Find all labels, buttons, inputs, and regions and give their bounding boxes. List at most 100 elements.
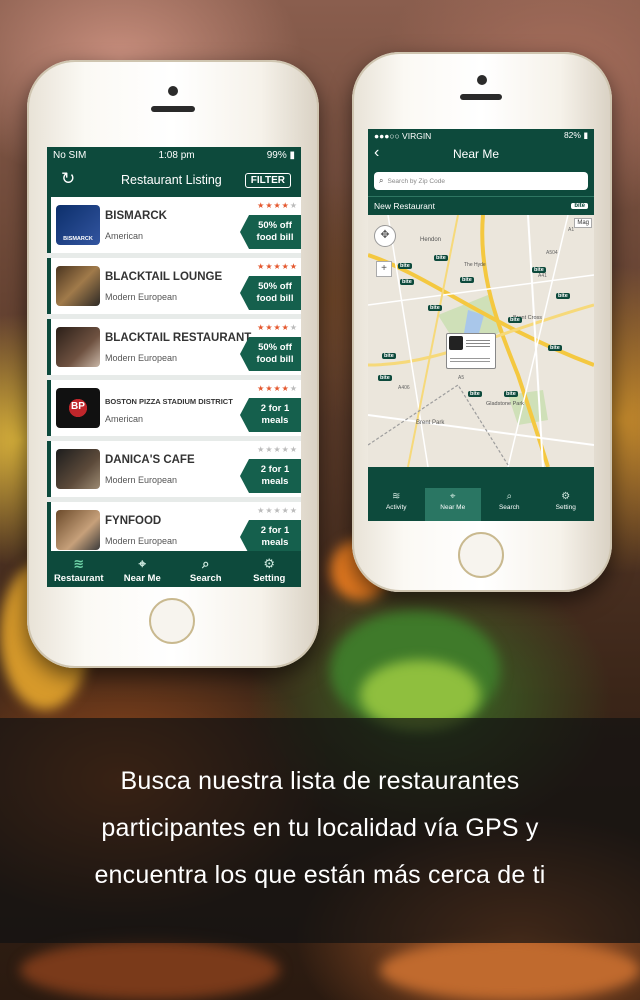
restaurant-pin[interactable]: bite [378, 375, 392, 381]
restaurant-pin[interactable]: bite [504, 391, 518, 397]
bite-logo: bite [571, 203, 588, 209]
restaurant-pin[interactable]: bite [400, 279, 414, 285]
restaurant-row[interactable]: BISMARCK BISMARCK American ★★★★★ 50% off food… [47, 197, 301, 253]
deal-line: 50% off [258, 342, 292, 353]
tab-bar: ≋ Activity ⌖ Near Me ⌕ Search ⚙ Setting [368, 488, 594, 521]
rating-stars: ★★★★★ [257, 262, 298, 271]
deal-line: 50% off [258, 220, 292, 231]
star-icon: ★ [273, 201, 282, 210]
map-type-button[interactable]: Mag [574, 218, 592, 228]
tab-label: Setting [253, 573, 286, 584]
filter-button[interactable]: FILTER [244, 173, 291, 188]
tab-near-me[interactable]: ⌖ Near Me [424, 488, 481, 521]
tab-bar: ≋ Restaurant ⌖ Near Me ⌕ Search ⚙ Settin… [47, 551, 301, 587]
clock-text: 1:08 pm [158, 149, 195, 161]
restaurant-thumbnail: BISMARCK [56, 205, 100, 245]
new-restaurant-bar[interactable]: New Restaurant bite [368, 196, 594, 215]
nav-bar: ‹ Near Me [368, 142, 594, 166]
restaurant-name: BLACKTAIL RESTAURANT [105, 332, 252, 344]
location-icon: ⌖ [138, 556, 146, 571]
star-icon: ★ [289, 506, 298, 515]
restaurant-cuisine: Modern European [105, 292, 178, 302]
restaurant-pin[interactable]: bite [468, 391, 482, 397]
restaurant-name: BLACKTAIL LOUNGE [105, 271, 223, 283]
tab-label: Search [189, 573, 222, 584]
page-title: Restaurant Listing [121, 173, 222, 187]
phone-restaurant-listing: No SIM 1:08 pm 99% ▮ ↻ Restaurant Listin… [27, 60, 319, 668]
deal-badge: 50% off food bill [240, 276, 301, 310]
star-icon: ★ [281, 506, 290, 515]
search-icon: ⌕ [379, 176, 384, 185]
restaurant-pin[interactable]: bite [398, 263, 412, 269]
zoom-control[interactable]: ✥ [374, 225, 396, 247]
map-label: Hendon [420, 237, 442, 243]
star-icon: ★ [289, 445, 298, 454]
new-restaurant-label: New Restaurant [374, 201, 435, 211]
caption-line: Busca nuestra lista de restaurantes [120, 767, 520, 795]
tab-setting[interactable]: ⚙ Setting [238, 551, 302, 587]
deal-line: 2 for 1 [260, 464, 290, 475]
restaurant-row[interactable]: BLACKTAIL LOUNGE Modern European ★★★★★ 50% … [47, 258, 301, 314]
restaurant-row[interactable]: DANICA'S CAFE Modern European ★★★★★ 2 for 1… [47, 441, 301, 497]
back-icon[interactable]: ‹ [374, 144, 379, 162]
caption-line: encuentra los que están más cerca de ti [94, 861, 546, 889]
front-camera [477, 75, 487, 85]
restaurant-name: DANICA'S CAFE [105, 454, 195, 466]
restaurant-row[interactable]: BLACKTAIL RESTAURANT Modern European ★★★★★… [47, 319, 301, 375]
restaurant-name: BISMARCK [105, 210, 167, 222]
restaurant-thumbnail [56, 510, 100, 550]
restaurant-pin[interactable]: bite [428, 305, 442, 311]
restaurant-thumbnail: BP [56, 388, 100, 428]
map-callout[interactable] [446, 333, 496, 369]
tab-setting[interactable]: ⚙ Setting [538, 488, 595, 521]
tab-search[interactable]: ⌕ Search [481, 488, 538, 521]
road-label: A1 [568, 227, 575, 233]
restaurant-pin[interactable]: bite [548, 345, 562, 351]
zip-search-input[interactable]: ⌕ Search by Zip Code [374, 172, 588, 190]
battery-text: 99% ▮ [266, 149, 295, 161]
deal-line: food bill [256, 354, 294, 365]
road-label: A5 [458, 375, 465, 381]
restaurant-cuisine: Modern European [105, 475, 178, 485]
road-label: A41 [538, 273, 547, 279]
restaurant-pin[interactable]: bite [556, 293, 570, 299]
restaurant-pin[interactable]: bite [508, 317, 522, 323]
callout-lines [450, 356, 490, 362]
caption-text: Busca nuestra lista de restaurantes part… [20, 758, 620, 899]
tab-search[interactable]: ⌕ Search [174, 551, 238, 587]
restaurant-pin[interactable]: bite [460, 277, 474, 283]
home-button[interactable] [149, 598, 195, 644]
home-button[interactable] [458, 532, 504, 578]
tab-activity[interactable]: ≋ Activity [368, 488, 425, 521]
tab-restaurant[interactable]: ≋ Restaurant [47, 551, 111, 587]
star-icon: ★ [281, 323, 290, 332]
restaurant-row[interactable]: FYNFOOD Modern European ★★★★★ 2 for 1 meals [47, 502, 301, 551]
tab-label: Near Me [123, 573, 161, 584]
restaurant-pin[interactable]: bite [434, 255, 448, 261]
gear-icon: ⚙ [263, 556, 276, 571]
map-label: Brent Park [416, 420, 445, 426]
tab-near-me[interactable]: ⌖ Near Me [111, 551, 175, 587]
restaurant-row[interactable]: BP BOSTON PIZZA STADIUM DISTRICT American ★… [47, 380, 301, 436]
carrier-text: No SIM [53, 149, 87, 161]
map-view[interactable]: Hendon The Hyde Brent Cross Gladstone Pa… [368, 215, 594, 467]
screen-near-me: ●●●○○ VIRGIN 82% ▮ ‹ Near Me ⌕ Search by… [368, 129, 594, 521]
phone-near-me: ●●●○○ VIRGIN 82% ▮ ‹ Near Me ⌕ Search by… [352, 52, 612, 592]
restaurant-pin[interactable]: bite [532, 267, 546, 273]
location-icon: ⌖ [449, 491, 456, 502]
restaurant-cuisine: Modern European [105, 536, 178, 546]
star-icon: ★ [281, 384, 290, 393]
star-icon: ★ [273, 323, 282, 332]
zoom-in-button[interactable]: + [376, 261, 392, 277]
page-title: Near Me [453, 147, 500, 161]
star-icon: ★ [281, 201, 290, 210]
star-icon: ★ [281, 445, 290, 454]
restaurant-name: BOSTON PIZZA STADIUM DISTRICT [105, 397, 233, 406]
earpiece-speaker [460, 94, 502, 100]
carrier-text: ●●●○○ VIRGIN [374, 130, 432, 141]
restaurant-pin[interactable]: bite [382, 353, 396, 359]
refresh-icon[interactable]: ↻ [61, 169, 75, 189]
status-bar: ●●●○○ VIRGIN 82% ▮ [368, 129, 594, 142]
gear-icon: ⚙ [561, 491, 571, 502]
earpiece-speaker [151, 106, 195, 112]
